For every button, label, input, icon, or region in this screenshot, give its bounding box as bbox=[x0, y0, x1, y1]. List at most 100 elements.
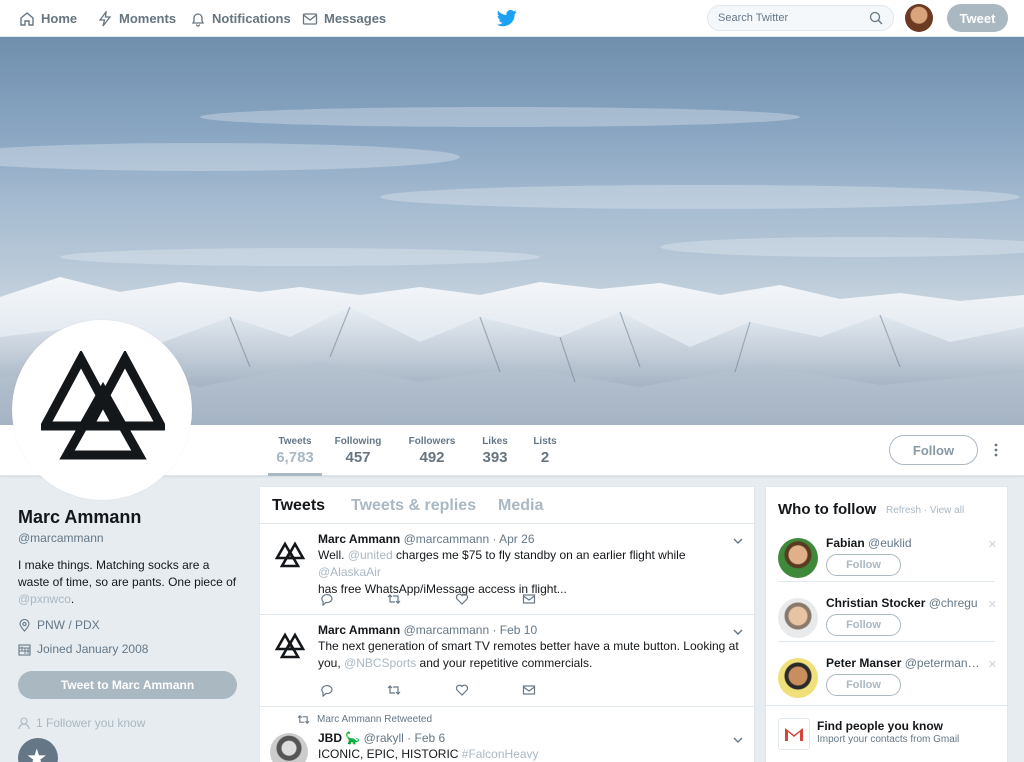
nav-messages[interactable]: Messages bbox=[302, 0, 386, 37]
tweet-line: The next generation of smart TV remotes … bbox=[318, 639, 739, 653]
reply-icon[interactable] bbox=[320, 592, 334, 606]
direct-message-icon[interactable] bbox=[522, 683, 536, 697]
follow-suggestion: Christian Stocker @chregu Follow ✕ bbox=[766, 592, 1007, 652]
tab-media[interactable]: Media bbox=[498, 497, 543, 515]
tweet-to-button[interactable]: Tweet to Marc Ammann bbox=[18, 671, 237, 699]
heart-icon[interactable] bbox=[455, 683, 469, 697]
followers-you-know[interactable]: 1 Follower you know bbox=[18, 716, 145, 730]
heart-icon[interactable] bbox=[455, 592, 469, 606]
tweet-avatar[interactable] bbox=[274, 629, 306, 661]
dismiss-icon[interactable]: ✕ bbox=[988, 538, 997, 551]
who-to-follow-title: Who to follow bbox=[778, 501, 877, 518]
search-icon[interactable] bbox=[869, 11, 883, 25]
tweet-text: The next generation of smart TV remotes … bbox=[318, 638, 743, 672]
twitter-bird-icon[interactable] bbox=[497, 8, 517, 28]
tab-tweets[interactable]: Tweets bbox=[272, 497, 325, 515]
tweet[interactable]: Marc Ammann @marcammann · Apr 26 Well. @… bbox=[260, 524, 754, 615]
suggestion-avatar[interactable] bbox=[778, 658, 818, 698]
nav-notifications-label: Notifications bbox=[212, 11, 291, 26]
tweet[interactable]: Marc Ammann @marcammann · Feb 10 The nex… bbox=[260, 615, 754, 707]
reply-icon[interactable] bbox=[320, 683, 334, 697]
stat-label: Followers bbox=[408, 436, 456, 447]
stat-value: 492 bbox=[419, 449, 445, 466]
stat-likes[interactable]: Likes 393 bbox=[478, 425, 512, 476]
mention-link[interactable]: @AlaskaAir bbox=[318, 565, 381, 579]
nav-home-label: Home bbox=[41, 11, 78, 26]
suggestion-name[interactable]: Peter Manser @peterman… bbox=[826, 656, 980, 670]
suggestion-follow-button[interactable]: Follow bbox=[826, 674, 901, 696]
nav-home[interactable]: Home bbox=[19, 0, 77, 37]
nav-moments[interactable]: Moments bbox=[97, 0, 176, 37]
stat-label: Likes bbox=[482, 436, 508, 447]
tweet-handle-date[interactable]: @rakyll · Feb 6 bbox=[364, 731, 446, 745]
star-icon: ★ bbox=[26, 745, 48, 762]
lightning-icon bbox=[98, 10, 112, 26]
calendar-icon bbox=[18, 643, 31, 656]
profile-avatar[interactable] bbox=[12, 320, 192, 500]
text-span: charges me $75 to fly standby on an earl… bbox=[392, 548, 686, 562]
chevron-down-icon[interactable] bbox=[732, 627, 744, 637]
chevron-down-icon[interactable] bbox=[732, 735, 744, 745]
suggestion-avatar[interactable] bbox=[778, 598, 818, 638]
stat-following[interactable]: Following 457 bbox=[330, 425, 386, 476]
retweet-icon bbox=[297, 715, 310, 724]
bell-icon bbox=[191, 12, 205, 27]
suggestion-name[interactable]: Fabian @euklid bbox=[826, 536, 912, 550]
tweet-avatar[interactable] bbox=[274, 538, 306, 570]
mention-link[interactable]: @NBCSports bbox=[344, 656, 416, 670]
dismiss-icon[interactable]: ✕ bbox=[988, 598, 997, 611]
follower-avatar[interactable]: ★ bbox=[18, 738, 58, 762]
chevron-down-icon[interactable] bbox=[732, 536, 744, 546]
tweet-text: Well. @united charges me $75 to fly stan… bbox=[318, 547, 743, 598]
follow-button[interactable]: Follow bbox=[889, 435, 978, 465]
suggestion-avatar[interactable] bbox=[778, 538, 818, 578]
search-box[interactable] bbox=[707, 5, 894, 31]
bio-line: @pxnwco. bbox=[18, 591, 243, 608]
dismiss-icon[interactable]: ✕ bbox=[988, 658, 997, 671]
suggestion-handle: @peterman… bbox=[904, 656, 980, 670]
hashtag-link[interactable]: #FalconHeavy bbox=[462, 747, 539, 761]
triangles-logo-icon bbox=[41, 351, 165, 460]
profile-joined: Joined January 2008 bbox=[18, 642, 148, 656]
suggestion-follow-button[interactable]: Follow bbox=[826, 614, 901, 636]
stat-value: 393 bbox=[482, 449, 508, 466]
tweet-handle-date[interactable]: @marcammann · Feb 10 bbox=[404, 623, 538, 637]
mention-link[interactable]: @united bbox=[348, 548, 393, 562]
refresh-link[interactable]: Refresh bbox=[886, 505, 921, 516]
tweet-author-name[interactable]: Marc Ammann bbox=[318, 532, 400, 546]
tweet-author-name[interactable]: JBD bbox=[318, 731, 342, 745]
suggestion-display-name: Fabian bbox=[826, 536, 865, 550]
bio-link[interactable]: @pxnwco bbox=[18, 592, 71, 606]
user-avatar[interactable] bbox=[905, 4, 933, 32]
nav-moments-label: Moments bbox=[119, 11, 177, 26]
nav-notifications[interactable]: Notifications bbox=[190, 0, 291, 37]
stat-followers[interactable]: Followers 492 bbox=[405, 425, 459, 476]
tab-tweets-replies[interactable]: Tweets & replies bbox=[351, 497, 476, 515]
find-people-title: Find people you know bbox=[817, 719, 943, 733]
stat-lists[interactable]: Lists 2 bbox=[532, 425, 558, 476]
tweet-button[interactable]: Tweet bbox=[947, 4, 1008, 32]
direct-message-icon[interactable] bbox=[522, 592, 536, 606]
suggestion-name[interactable]: Christian Stocker @chregu bbox=[826, 596, 978, 610]
location-text: PNW / PDX bbox=[37, 618, 100, 632]
tweet-header: Marc Ammann @marcammann · Feb 10 bbox=[318, 623, 537, 637]
tweet-line: Well. @united charges me $75 to fly stan… bbox=[318, 547, 743, 581]
stat-label: Tweets bbox=[278, 436, 312, 447]
text-span: ICONIC, EPIC, HISTORIC bbox=[318, 747, 462, 761]
separator: · bbox=[921, 505, 930, 516]
stat-tweets[interactable]: Tweets 6,783 bbox=[268, 425, 322, 476]
tweet-handle-date[interactable]: @marcammann · Apr 26 bbox=[404, 532, 535, 546]
search-input[interactable] bbox=[708, 6, 858, 30]
tweet-author-name[interactable]: Marc Ammann bbox=[318, 623, 400, 637]
retweet-icon[interactable] bbox=[387, 683, 401, 697]
view-all-link[interactable]: View all bbox=[930, 505, 964, 516]
more-options-icon[interactable] bbox=[990, 442, 1002, 458]
tweet-header: JBD 🦕 @rakyll · Feb 6 bbox=[318, 731, 445, 745]
tweet-line: you, @NBCSports and your repetitive comm… bbox=[318, 655, 743, 672]
suggestion-follow-button[interactable]: Follow bbox=[826, 554, 901, 576]
who-to-follow-links: Refresh · View all bbox=[886, 505, 964, 516]
top-navigation: Home Moments Notifications Messages Twee… bbox=[0, 0, 1024, 37]
gmail-icon bbox=[778, 718, 810, 750]
retweet-icon[interactable] bbox=[387, 592, 401, 606]
followers-you-know-text: 1 Follower you know bbox=[36, 716, 146, 730]
